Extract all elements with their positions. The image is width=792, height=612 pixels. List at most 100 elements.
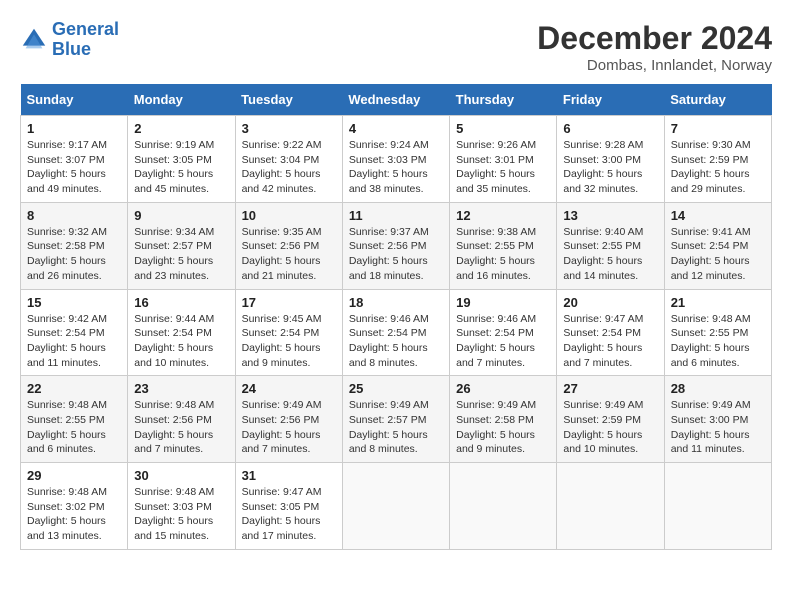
- calendar-cell: 12 Sunrise: 9:38 AMSunset: 2:55 PMDaylig…: [450, 202, 557, 289]
- day-info: Sunrise: 9:26 AMSunset: 3:01 PMDaylight:…: [456, 138, 550, 197]
- day-info: Sunrise: 9:34 AMSunset: 2:57 PMDaylight:…: [134, 225, 228, 284]
- calendar-week-row: 15 Sunrise: 9:42 AMSunset: 2:54 PMDaylig…: [21, 289, 772, 376]
- day-number: 15: [27, 295, 121, 310]
- day-number: 22: [27, 381, 121, 396]
- day-info: Sunrise: 9:46 AMSunset: 2:54 PMDaylight:…: [456, 312, 550, 371]
- day-info: Sunrise: 9:42 AMSunset: 2:54 PMDaylight:…: [27, 312, 121, 371]
- day-info: Sunrise: 9:49 AMSunset: 2:56 PMDaylight:…: [242, 398, 336, 457]
- day-number: 8: [27, 208, 121, 223]
- day-info: Sunrise: 9:48 AMSunset: 2:56 PMDaylight:…: [134, 398, 228, 457]
- logo: General Blue: [20, 20, 119, 60]
- day-number: 30: [134, 468, 228, 483]
- day-number: 3: [242, 121, 336, 136]
- day-number: 31: [242, 468, 336, 483]
- calendar-cell: 20 Sunrise: 9:47 AMSunset: 2:54 PMDaylig…: [557, 289, 664, 376]
- calendar-week-row: 29 Sunrise: 9:48 AMSunset: 3:02 PMDaylig…: [21, 463, 772, 550]
- day-number: 24: [242, 381, 336, 396]
- calendar-cell: [557, 463, 664, 550]
- day-info: Sunrise: 9:19 AMSunset: 3:05 PMDaylight:…: [134, 138, 228, 197]
- calendar-cell: 24 Sunrise: 9:49 AMSunset: 2:56 PMDaylig…: [235, 376, 342, 463]
- calendar-cell: [450, 463, 557, 550]
- day-header-thursday: Thursday: [450, 84, 557, 116]
- day-number: 12: [456, 208, 550, 223]
- day-number: 23: [134, 381, 228, 396]
- day-info: Sunrise: 9:47 AMSunset: 3:05 PMDaylight:…: [242, 485, 336, 544]
- title-section: December 2024 Dombas, Innlandet, Norway: [537, 20, 772, 74]
- day-info: Sunrise: 9:28 AMSunset: 3:00 PMDaylight:…: [563, 138, 657, 197]
- day-number: 10: [242, 208, 336, 223]
- calendar-cell: 3 Sunrise: 9:22 AMSunset: 3:04 PMDayligh…: [235, 116, 342, 203]
- day-info: Sunrise: 9:49 AMSunset: 2:59 PMDaylight:…: [563, 398, 657, 457]
- calendar-cell: [664, 463, 771, 550]
- day-number: 21: [671, 295, 765, 310]
- day-number: 27: [563, 381, 657, 396]
- day-number: 14: [671, 208, 765, 223]
- day-number: 18: [349, 295, 443, 310]
- day-header-wednesday: Wednesday: [342, 84, 449, 116]
- calendar-cell: 27 Sunrise: 9:49 AMSunset: 2:59 PMDaylig…: [557, 376, 664, 463]
- day-number: 25: [349, 381, 443, 396]
- day-info: Sunrise: 9:17 AMSunset: 3:07 PMDaylight:…: [27, 138, 121, 197]
- day-header-monday: Monday: [128, 84, 235, 116]
- calendar-cell: 29 Sunrise: 9:48 AMSunset: 3:02 PMDaylig…: [21, 463, 128, 550]
- calendar-cell: 14 Sunrise: 9:41 AMSunset: 2:54 PMDaylig…: [664, 202, 771, 289]
- calendar-cell: 15 Sunrise: 9:42 AMSunset: 2:54 PMDaylig…: [21, 289, 128, 376]
- calendar-cell: 21 Sunrise: 9:48 AMSunset: 2:55 PMDaylig…: [664, 289, 771, 376]
- calendar-cell: 2 Sunrise: 9:19 AMSunset: 3:05 PMDayligh…: [128, 116, 235, 203]
- day-info: Sunrise: 9:38 AMSunset: 2:55 PMDaylight:…: [456, 225, 550, 284]
- day-number: 19: [456, 295, 550, 310]
- day-number: 7: [671, 121, 765, 136]
- calendar-week-row: 1 Sunrise: 9:17 AMSunset: 3:07 PMDayligh…: [21, 116, 772, 203]
- calendar-week-row: 8 Sunrise: 9:32 AMSunset: 2:58 PMDayligh…: [21, 202, 772, 289]
- calendar-table: SundayMondayTuesdayWednesdayThursdayFrid…: [20, 84, 772, 550]
- day-header-friday: Friday: [557, 84, 664, 116]
- subtitle: Dombas, Innlandet, Norway: [537, 57, 772, 74]
- calendar-cell: 7 Sunrise: 9:30 AMSunset: 2:59 PMDayligh…: [664, 116, 771, 203]
- day-number: 11: [349, 208, 443, 223]
- day-info: Sunrise: 9:49 AMSunset: 3:00 PMDaylight:…: [671, 398, 765, 457]
- day-info: Sunrise: 9:37 AMSunset: 2:56 PMDaylight:…: [349, 225, 443, 284]
- day-number: 29: [27, 468, 121, 483]
- day-header-saturday: Saturday: [664, 84, 771, 116]
- calendar-week-row: 22 Sunrise: 9:48 AMSunset: 2:55 PMDaylig…: [21, 376, 772, 463]
- day-number: 5: [456, 121, 550, 136]
- day-info: Sunrise: 9:41 AMSunset: 2:54 PMDaylight:…: [671, 225, 765, 284]
- day-number: 6: [563, 121, 657, 136]
- calendar-header-row: SundayMondayTuesdayWednesdayThursdayFrid…: [21, 84, 772, 116]
- logo-icon: [20, 26, 48, 54]
- day-number: 1: [27, 121, 121, 136]
- main-title: December 2024: [537, 20, 772, 57]
- calendar-cell: 4 Sunrise: 9:24 AMSunset: 3:03 PMDayligh…: [342, 116, 449, 203]
- calendar-cell: 31 Sunrise: 9:47 AMSunset: 3:05 PMDaylig…: [235, 463, 342, 550]
- day-info: Sunrise: 9:32 AMSunset: 2:58 PMDaylight:…: [27, 225, 121, 284]
- calendar-cell: 26 Sunrise: 9:49 AMSunset: 2:58 PMDaylig…: [450, 376, 557, 463]
- day-number: 16: [134, 295, 228, 310]
- calendar-cell: 6 Sunrise: 9:28 AMSunset: 3:00 PMDayligh…: [557, 116, 664, 203]
- day-info: Sunrise: 9:40 AMSunset: 2:55 PMDaylight:…: [563, 225, 657, 284]
- calendar-cell: 8 Sunrise: 9:32 AMSunset: 2:58 PMDayligh…: [21, 202, 128, 289]
- day-info: Sunrise: 9:44 AMSunset: 2:54 PMDaylight:…: [134, 312, 228, 371]
- day-number: 13: [563, 208, 657, 223]
- logo-text: General Blue: [52, 20, 119, 60]
- day-info: Sunrise: 9:30 AMSunset: 2:59 PMDaylight:…: [671, 138, 765, 197]
- calendar-cell: [342, 463, 449, 550]
- calendar-cell: 23 Sunrise: 9:48 AMSunset: 2:56 PMDaylig…: [128, 376, 235, 463]
- day-header-sunday: Sunday: [21, 84, 128, 116]
- day-number: 17: [242, 295, 336, 310]
- calendar-cell: 25 Sunrise: 9:49 AMSunset: 2:57 PMDaylig…: [342, 376, 449, 463]
- day-info: Sunrise: 9:47 AMSunset: 2:54 PMDaylight:…: [563, 312, 657, 371]
- day-number: 26: [456, 381, 550, 396]
- calendar-cell: 13 Sunrise: 9:40 AMSunset: 2:55 PMDaylig…: [557, 202, 664, 289]
- day-number: 20: [563, 295, 657, 310]
- day-info: Sunrise: 9:48 AMSunset: 2:55 PMDaylight:…: [27, 398, 121, 457]
- day-info: Sunrise: 9:49 AMSunset: 2:58 PMDaylight:…: [456, 398, 550, 457]
- calendar-cell: 5 Sunrise: 9:26 AMSunset: 3:01 PMDayligh…: [450, 116, 557, 203]
- calendar-cell: 28 Sunrise: 9:49 AMSunset: 3:00 PMDaylig…: [664, 376, 771, 463]
- day-header-tuesday: Tuesday: [235, 84, 342, 116]
- calendar-cell: 10 Sunrise: 9:35 AMSunset: 2:56 PMDaylig…: [235, 202, 342, 289]
- calendar-cell: 16 Sunrise: 9:44 AMSunset: 2:54 PMDaylig…: [128, 289, 235, 376]
- calendar-cell: 9 Sunrise: 9:34 AMSunset: 2:57 PMDayligh…: [128, 202, 235, 289]
- day-number: 2: [134, 121, 228, 136]
- day-info: Sunrise: 9:48 AMSunset: 2:55 PMDaylight:…: [671, 312, 765, 371]
- calendar-cell: 1 Sunrise: 9:17 AMSunset: 3:07 PMDayligh…: [21, 116, 128, 203]
